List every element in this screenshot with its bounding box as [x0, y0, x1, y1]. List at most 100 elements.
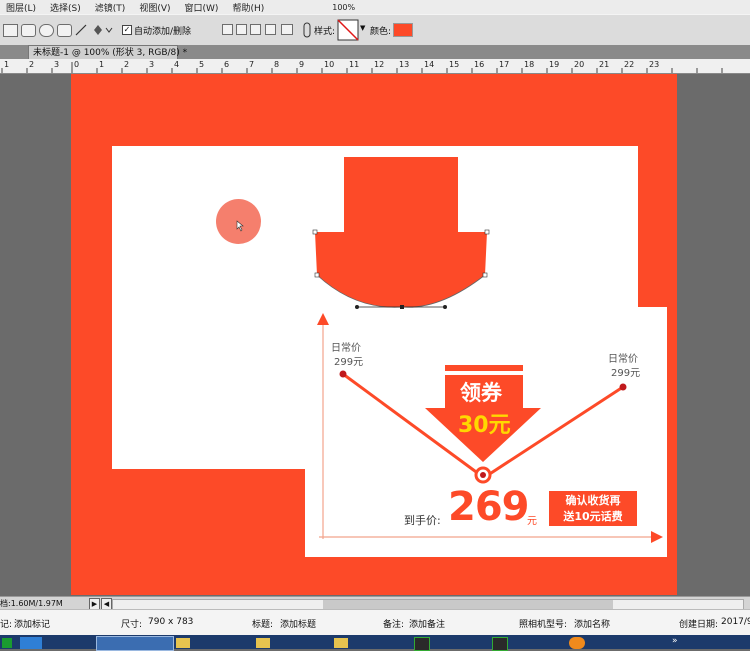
- taskbar-expand-icon[interactable]: »: [672, 636, 678, 646]
- ruler-mark: 2: [29, 60, 34, 69]
- final-price-unit: 元: [527, 516, 537, 527]
- folder-icon[interactable]: [256, 638, 270, 648]
- coupon-bar: [445, 365, 523, 371]
- intersect-mode-icon[interactable]: [250, 24, 261, 35]
- left-price-value: 299元: [334, 357, 364, 368]
- ruler-mark: 17: [499, 60, 509, 69]
- app-icon[interactable]: [2, 638, 12, 648]
- taskbar: »: [0, 635, 750, 651]
- menu-filter[interactable]: 滤镜(T): [89, 1, 134, 14]
- ruler-mark: 1: [4, 60, 9, 69]
- title-label: 标题:: [252, 620, 274, 630]
- ruler-mark: 12: [374, 60, 384, 69]
- auto-add-delete-checkbox[interactable]: ✓: [122, 25, 132, 35]
- color-swatch[interactable]: [393, 23, 413, 37]
- mark-label: 记:: [0, 620, 13, 630]
- link-icon[interactable]: [302, 22, 312, 38]
- ruler-mark: 15: [449, 60, 459, 69]
- menu-help[interactable]: 帮助(H): [226, 1, 272, 14]
- layer-mode-icon[interactable]: [281, 24, 293, 35]
- ruler-mark: 2: [124, 60, 129, 69]
- exclude-mode-icon[interactable]: [265, 24, 276, 35]
- menu-layer[interactable]: 图层(L): [0, 1, 44, 14]
- created-label: 创建日期:: [679, 620, 719, 630]
- combine-mode-icon[interactable]: [222, 24, 233, 35]
- line-tool-icon[interactable]: [74, 23, 88, 37]
- file-info-bar: 记: 添加标记 尺寸: 790 x 783 标题: 添加标题 备注: 添加备注 …: [0, 609, 750, 636]
- color-label: 颜色:: [370, 27, 392, 37]
- ruler-mark: 18: [524, 60, 534, 69]
- y-axis-arrow-icon: [317, 313, 329, 325]
- tab-document[interactable]: 未标题-1 @ 100% (形状 3, RGB/8) *: [28, 45, 187, 59]
- coupon-title: 领券: [460, 381, 502, 405]
- ruler-mark: 5: [199, 60, 204, 69]
- ruler-mark: 21: [599, 60, 609, 69]
- promo-line-1: 确认收货再: [565, 494, 621, 507]
- subtract-mode-icon[interactable]: [236, 24, 247, 35]
- title-value[interactable]: 添加标题: [280, 617, 316, 630]
- rect-shape-icon[interactable]: [3, 24, 18, 37]
- size-label: 尺寸:: [121, 620, 143, 630]
- coupon-value: 30元: [458, 413, 511, 438]
- bottom-point-core: [480, 472, 486, 478]
- ruler-mark: 0: [74, 60, 79, 69]
- rounded-rect-icon[interactable]: [21, 24, 36, 37]
- size-value: 790 x 783: [148, 617, 194, 627]
- cursor-arrow-icon: [236, 220, 244, 232]
- folder-icon[interactable]: [334, 638, 348, 648]
- right-price-label: 日常价: [608, 354, 638, 365]
- ruler-mark: 7: [249, 60, 254, 69]
- ruler-ticks: 1 2 3 0 1 2 3 4 5 6 7 8 9 10 11 12 13 14…: [1, 60, 723, 73]
- folder-icon[interactable]: [176, 638, 190, 648]
- options-bar: ✓ 自动添加/删除 样式: ▼ 颜色:: [0, 14, 750, 46]
- right-price-value: 299元: [611, 368, 641, 379]
- ruler-mark: 6: [224, 60, 229, 69]
- anchor-point[interactable]: [484, 229, 490, 235]
- custom-shape-icon[interactable]: [92, 23, 114, 37]
- ruler-mark: 23: [649, 60, 659, 69]
- promo-box: 确认收货再 送10元话费: [549, 491, 637, 526]
- ellipse-icon[interactable]: [39, 24, 54, 37]
- ruler-mark: 9: [299, 60, 304, 69]
- zoom-level[interactable]: 100%: [332, 3, 355, 12]
- menu-bar: 图层(L) 选择(S) 滤镜(T) 视图(V) 窗口(W) 帮助(H) 100%: [0, 0, 750, 14]
- style-swatch[interactable]: [337, 19, 359, 41]
- scrollbar-thumb[interactable]: [323, 600, 613, 609]
- doc-size: 档:1.60M/1.97M: [0, 599, 63, 608]
- shape-rectangle[interactable]: [344, 157, 458, 233]
- anchor-point[interactable]: [312, 229, 318, 235]
- style-label: 样式:: [314, 27, 336, 37]
- ruler-mark: 8: [274, 60, 279, 69]
- menu-view[interactable]: 视图(V): [133, 1, 178, 14]
- style-dropdown-icon[interactable]: ▼: [360, 24, 365, 32]
- auto-add-delete-label: 自动添加/删除: [134, 27, 192, 37]
- app-icon[interactable]: [20, 637, 42, 649]
- status-bar: 档:1.60M/1.97M ▶ ◀: [0, 596, 750, 610]
- ruler-mark: 11: [349, 60, 359, 69]
- left-point: [339, 370, 347, 378]
- right-point: [619, 383, 627, 391]
- mark-value[interactable]: 添加标记: [14, 617, 50, 630]
- menu-window[interactable]: 窗口(W): [179, 1, 227, 14]
- menu-select[interactable]: 选择(S): [44, 1, 89, 14]
- polygon-icon[interactable]: [57, 24, 72, 37]
- shape-layer-graphic[interactable]: [310, 150, 500, 315]
- app-icon[interactable]: [569, 637, 585, 649]
- ruler-mark: 14: [424, 60, 434, 69]
- final-price-label: 到手价:: [404, 514, 441, 527]
- ruler-mark: 16: [474, 60, 484, 69]
- ruler-mark: 20: [574, 60, 584, 69]
- anchor-point[interactable]: [482, 272, 488, 278]
- ruler-mark: 22: [624, 60, 634, 69]
- camera-label: 照相机型号:: [519, 620, 568, 630]
- anchor-point[interactable]: [314, 272, 320, 278]
- created-value: 2017/9: [721, 617, 750, 627]
- shape-bowl[interactable]: [315, 232, 487, 308]
- promo-line-2: 送10元话费: [563, 510, 623, 523]
- final-price-value: 269: [448, 484, 529, 530]
- left-price-label: 日常价: [331, 343, 361, 354]
- ruler-mark: 3: [54, 60, 59, 69]
- camera-value[interactable]: 添加名称: [574, 617, 610, 630]
- x-axis-arrow-icon: [651, 531, 663, 543]
- note-value[interactable]: 添加备注: [409, 617, 445, 630]
